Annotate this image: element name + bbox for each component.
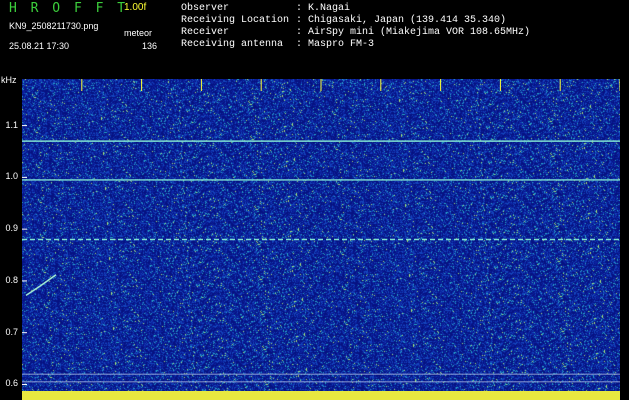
y-tick-label: 1.1 (5, 119, 18, 130)
spectrogram (22, 79, 620, 400)
y-axis-unit: kHz (1, 75, 17, 85)
app-title: H R O F F T (9, 1, 129, 16)
location-value: : Chigasaki, Japan (139.414 35.340) (296, 15, 507, 26)
bottom-strip (22, 391, 620, 400)
y-tick-label: 0.8 (5, 274, 18, 285)
receiver-label: Receiver (181, 27, 230, 38)
version-label: 1.00f (124, 2, 147, 13)
datetime-label: 25.08.21 17:30 (9, 41, 70, 51)
meteor-label: meteor (124, 28, 153, 38)
meteor-echo (25, 274, 57, 297)
y-tick-label: 0.9 (5, 223, 18, 234)
observer-label: Observer (181, 3, 230, 14)
antenna-label: Receiving antenna (181, 39, 284, 50)
y-tick-label: 1.0 (5, 171, 18, 182)
location-label: Receiving Location (181, 15, 290, 26)
y-tick-label: 0.6 (5, 378, 18, 389)
observer-value: : K.Nagai (296, 3, 351, 14)
meteor-count: 136 (142, 41, 158, 51)
antenna-value: : Maspro FM-3 (296, 39, 375, 50)
filename-label: KN9_2508211730.png (9, 21, 99, 31)
spectrogram-overlay (22, 79, 620, 400)
y-tick-label: 0.7 (5, 326, 18, 337)
receiver-value: : AirSpy mini (Miakejima VOR 108.65MHz) (296, 27, 531, 38)
